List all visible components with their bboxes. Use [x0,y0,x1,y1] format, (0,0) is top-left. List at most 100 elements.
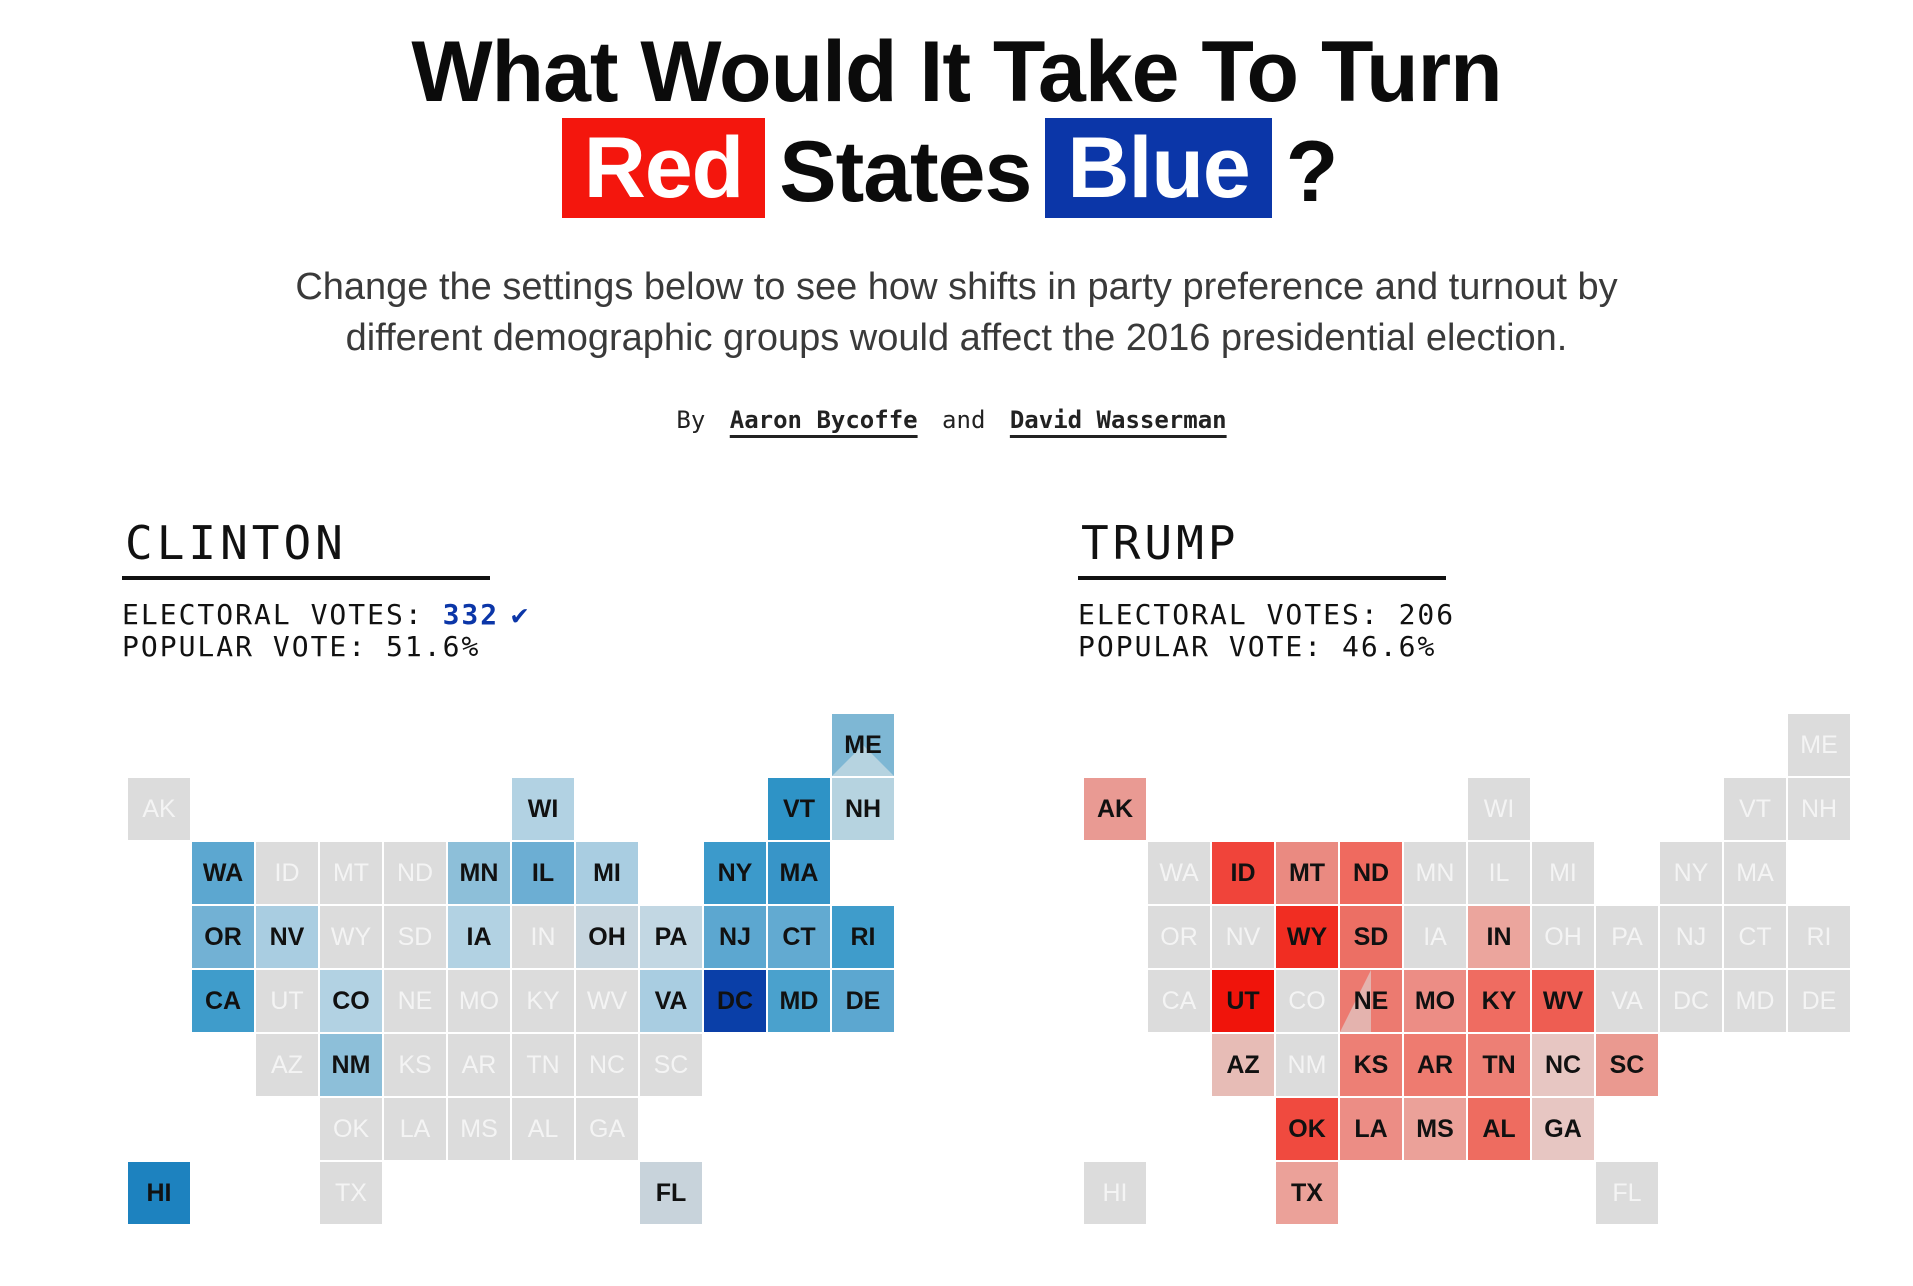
clinton-tile-mn[interactable]: MN [448,842,510,904]
trump-tile-nj[interactable]: NJ [1660,906,1722,968]
clinton-tile-mi[interactable]: MI [576,842,638,904]
trump-tile-ct[interactable]: CT [1724,906,1786,968]
clinton-tile-me[interactable]: ME [832,714,894,776]
author-link-aaron-bycoffe[interactable]: Aaron Bycoffe [730,406,918,434]
trump-tile-pa[interactable]: PA [1596,906,1658,968]
trump-tile-me[interactable]: ME [1788,714,1850,776]
clinton-tile-ok[interactable]: OK [320,1098,382,1160]
trump-tile-sc[interactable]: SC [1596,1034,1658,1096]
clinton-tile-ri[interactable]: RI [832,906,894,968]
trump-tile-de[interactable]: DE [1788,970,1850,1032]
clinton-tile-sd[interactable]: SD [384,906,446,968]
author-link-david-wasserman[interactable]: David Wasserman [1010,406,1227,434]
trump-tile-in[interactable]: IN [1468,906,1530,968]
trump-tile-tn[interactable]: TN [1468,1034,1530,1096]
trump-tile-hi[interactable]: HI [1084,1162,1146,1224]
clinton-tile-md[interactable]: MD [768,970,830,1032]
clinton-tile-oh[interactable]: OH [576,906,638,968]
clinton-tile-de[interactable]: DE [832,970,894,1032]
clinton-tile-hi[interactable]: HI [128,1162,190,1224]
trump-tile-dc[interactable]: DC [1660,970,1722,1032]
clinton-tile-pa[interactable]: PA [640,906,702,968]
trump-tile-ia[interactable]: IA [1404,906,1466,968]
clinton-tile-tn[interactable]: TN [512,1034,574,1096]
trump-tile-oh[interactable]: OH [1532,906,1594,968]
trump-tile-wa[interactable]: WA [1148,842,1210,904]
clinton-tile-ak[interactable]: AK [128,778,190,840]
clinton-tile-la[interactable]: LA [384,1098,446,1160]
trump-tile-fl[interactable]: FL [1596,1162,1658,1224]
trump-tile-wy[interactable]: WY [1276,906,1338,968]
trump-tile-ar[interactable]: AR [1404,1034,1466,1096]
trump-tile-mt[interactable]: MT [1276,842,1338,904]
trump-tile-or[interactable]: OR [1148,906,1210,968]
clinton-tile-ar[interactable]: AR [448,1034,510,1096]
trump-tile-ok[interactable]: OK [1276,1098,1338,1160]
clinton-tile-nc[interactable]: NC [576,1034,638,1096]
clinton-tile-ms[interactable]: MS [448,1098,510,1160]
trump-tile-al[interactable]: AL [1468,1098,1530,1160]
clinton-tile-wa[interactable]: WA [192,842,254,904]
trump-tile-nv[interactable]: NV [1212,906,1274,968]
trump-tile-mo[interactable]: MO [1404,970,1466,1032]
clinton-tile-az[interactable]: AZ [256,1034,318,1096]
trump-tile-ms[interactable]: MS [1404,1098,1466,1160]
clinton-tile-wi[interactable]: WI [512,778,574,840]
clinton-tile-mo[interactable]: MO [448,970,510,1032]
trump-tile-nh[interactable]: NH [1788,778,1850,840]
trump-tile-sd[interactable]: SD [1340,906,1402,968]
trump-tile-wi[interactable]: WI [1468,778,1530,840]
clinton-tile-ct[interactable]: CT [768,906,830,968]
trump-tile-ny[interactable]: NY [1660,842,1722,904]
trump-tile-co[interactable]: CO [1276,970,1338,1032]
clinton-tile-ga[interactable]: GA [576,1098,638,1160]
trump-tile-mi[interactable]: MI [1532,842,1594,904]
clinton-tile-ky[interactable]: KY [512,970,574,1032]
clinton-tile-nd[interactable]: ND [384,842,446,904]
clinton-tile-nv[interactable]: NV [256,906,318,968]
clinton-tile-ne[interactable]: NE [384,970,446,1032]
trump-tile-ak[interactable]: AK [1084,778,1146,840]
clinton-tile-ny[interactable]: NY [704,842,766,904]
clinton-tile-co[interactable]: CO [320,970,382,1032]
trump-tile-id[interactable]: ID [1212,842,1274,904]
trump-tile-nc[interactable]: NC [1532,1034,1594,1096]
clinton-tile-tx[interactable]: TX [320,1162,382,1224]
clinton-tile-ca[interactable]: CA [192,970,254,1032]
trump-tile-ma[interactable]: MA [1724,842,1786,904]
clinton-tile-il[interactable]: IL [512,842,574,904]
clinton-tile-sc[interactable]: SC [640,1034,702,1096]
clinton-tile-nh[interactable]: NH [832,778,894,840]
clinton-tile-al[interactable]: AL [512,1098,574,1160]
clinton-tile-nm[interactable]: NM [320,1034,382,1096]
clinton-tile-wv[interactable]: WV [576,970,638,1032]
trump-tile-vt[interactable]: VT [1724,778,1786,840]
clinton-tile-nj[interactable]: NJ [704,906,766,968]
trump-tile-ca[interactable]: CA [1148,970,1210,1032]
trump-tile-ga[interactable]: GA [1532,1098,1594,1160]
trump-tile-nm[interactable]: NM [1276,1034,1338,1096]
clinton-tile-vt[interactable]: VT [768,778,830,840]
clinton-tile-va[interactable]: VA [640,970,702,1032]
trump-tile-mn[interactable]: MN [1404,842,1466,904]
clinton-tile-id[interactable]: ID [256,842,318,904]
trump-tile-va[interactable]: VA [1596,970,1658,1032]
clinton-tile-or[interactable]: OR [192,906,254,968]
trump-tile-ky[interactable]: KY [1468,970,1530,1032]
trump-tile-wv[interactable]: WV [1532,970,1594,1032]
trump-tile-ne[interactable]: NE [1340,970,1402,1032]
clinton-tile-mt[interactable]: MT [320,842,382,904]
clinton-tile-dc[interactable]: DC [704,970,766,1032]
clinton-tile-fl[interactable]: FL [640,1162,702,1224]
clinton-tile-ut[interactable]: UT [256,970,318,1032]
trump-tile-il[interactable]: IL [1468,842,1530,904]
clinton-tile-ia[interactable]: IA [448,906,510,968]
trump-tile-az[interactable]: AZ [1212,1034,1274,1096]
trump-tile-la[interactable]: LA [1340,1098,1402,1160]
trump-tile-tx[interactable]: TX [1276,1162,1338,1224]
clinton-tile-ma[interactable]: MA [768,842,830,904]
clinton-tile-ks[interactable]: KS [384,1034,446,1096]
clinton-tile-in[interactable]: IN [512,906,574,968]
trump-tile-nd[interactable]: ND [1340,842,1402,904]
clinton-tile-wy[interactable]: WY [320,906,382,968]
